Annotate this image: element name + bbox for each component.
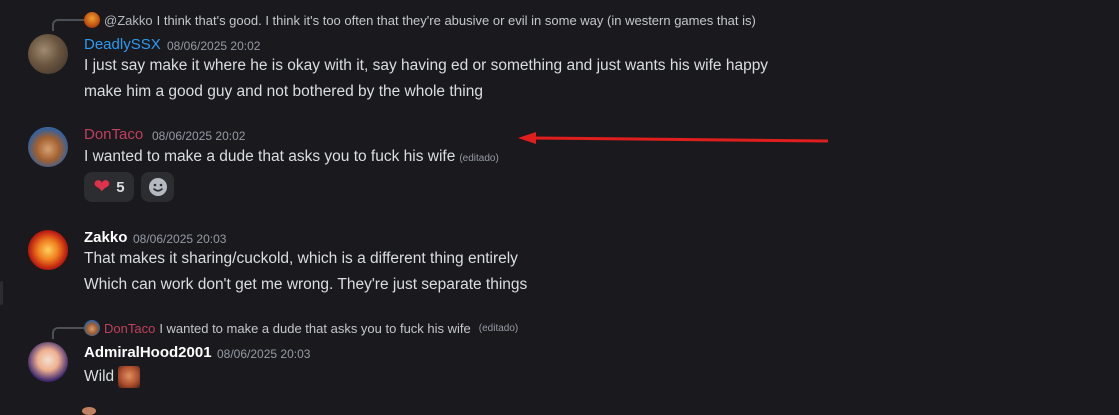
reaction-heart[interactable]: ❤ 5 — [84, 172, 134, 202]
avatar[interactable] — [82, 407, 96, 415]
message-line: make him a good guy and not bothered by … — [84, 83, 483, 100]
avatar[interactable] — [28, 127, 68, 167]
edited-marker: (editado) — [459, 153, 499, 164]
username[interactable]: Zakko — [84, 229, 127, 246]
add-reaction-button[interactable] — [141, 172, 174, 202]
reply-author[interactable]: @Zakko — [104, 13, 153, 28]
message-line: Wild — [84, 366, 141, 388]
timestamp: 08/06/2025 20:02 — [152, 129, 246, 143]
edited-marker: (editado) — [478, 322, 519, 334]
timestamp: 08/06/2025 20:02 — [167, 39, 261, 53]
message-text: I wanted to make a dude that asks you to… — [84, 148, 456, 165]
message-line: I just say make it where he is okay with… — [84, 57, 769, 74]
reply-connector — [52, 327, 84, 339]
message-line: That makes it sharing/cuckold, which is … — [84, 250, 518, 267]
emoji-image — [118, 366, 141, 388]
reply-snippet: I wanted to make a dude that asks you to… — [159, 320, 471, 336]
message-line: Which can work don't get me wrong. They'… — [84, 276, 528, 293]
reply-preview[interactable]: @Zakko I think that's good. I think it's… — [84, 12, 756, 28]
message-line: I wanted to make a dude that asks you to… — [84, 148, 499, 166]
reply-preview[interactable]: DonTaco I wanted to make a dude that ask… — [84, 320, 518, 336]
reply-connector — [52, 19, 84, 31]
timestamp: 08/06/2025 20:03 — [133, 232, 227, 246]
avatar[interactable] — [28, 342, 68, 382]
reply-avatar — [84, 12, 100, 28]
heart-icon: ❤ — [93, 176, 111, 198]
username[interactable]: AdmiralHood2001 — [84, 344, 212, 361]
username[interactable]: DonTaco — [84, 126, 143, 143]
add-reaction-icon — [148, 178, 167, 196]
reply-avatar — [84, 320, 100, 336]
username[interactable]: DeadlySSX — [84, 36, 161, 53]
avatar[interactable] — [28, 230, 68, 270]
message-text: Wild — [84, 368, 115, 385]
reply-author[interactable]: DonTaco — [104, 321, 155, 336]
reaction-count: 5 — [116, 178, 125, 196]
reply-snippet: I think that's good. I think it's too of… — [156, 12, 756, 28]
scroll-edge — [0, 281, 3, 305]
avatar[interactable] — [28, 34, 68, 74]
timestamp: 08/06/2025 20:03 — [217, 347, 311, 361]
annotation-arrow — [518, 132, 829, 144]
